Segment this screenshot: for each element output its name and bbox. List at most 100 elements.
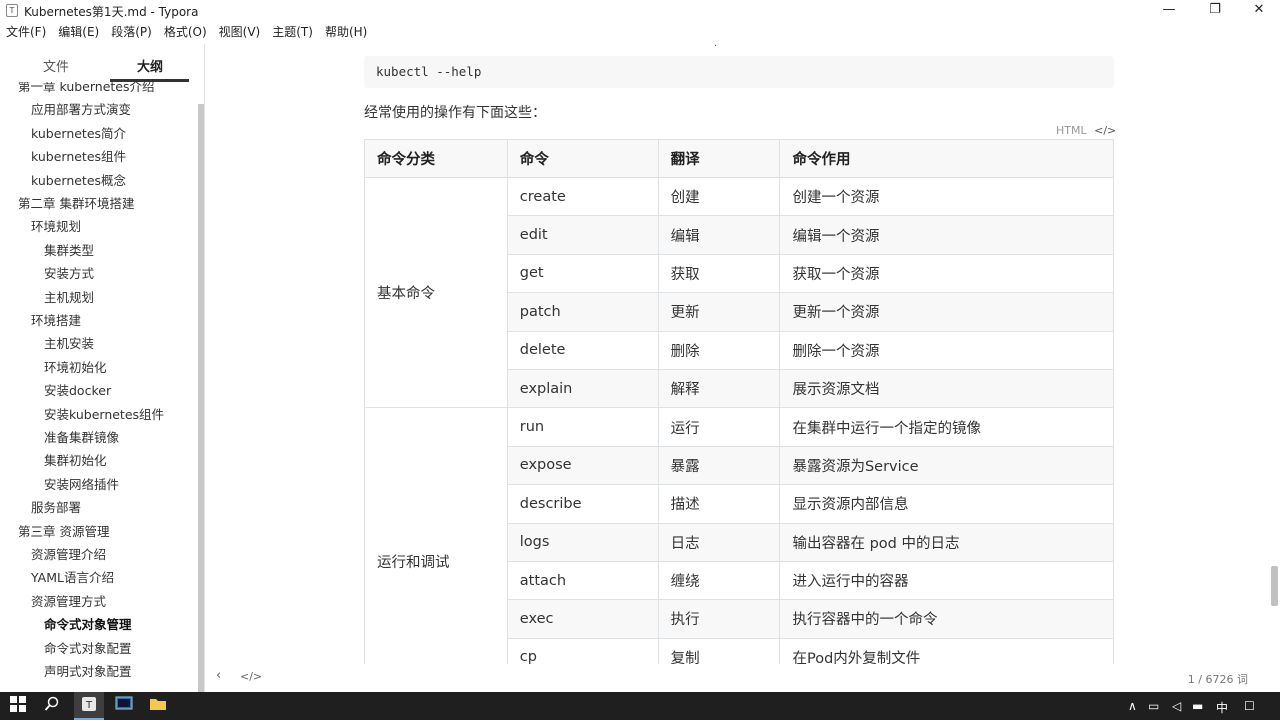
maximize-button[interactable]: ❐	[1192, 0, 1238, 22]
input-language[interactable]: 中	[1216, 699, 1228, 716]
html-block-label[interactable]: HTML </>	[1056, 124, 1116, 137]
outline-item[interactable]: 安装docker	[44, 380, 111, 399]
outline-item[interactable]: 环境搭建	[31, 310, 81, 329]
header-purpose[interactable]: 命令作用	[779, 139, 1114, 178]
outline-item[interactable]: 第一章 kubernetes介绍	[18, 82, 155, 95]
menu-view[interactable]: 视图(V)	[219, 22, 261, 42]
translation-cell[interactable]: 缠绕	[657, 560, 781, 601]
purpose-cell[interactable]: 进入运行中的容器	[779, 560, 1114, 601]
outline-item[interactable]: 资源管理方式	[31, 591, 106, 610]
outline-item[interactable]: 命令式对象配置	[44, 638, 132, 657]
outline-item[interactable]: kubernetes简介	[31, 123, 126, 142]
purpose-cell[interactable]: 执行容器中的一个命令	[779, 599, 1114, 639]
translation-cell[interactable]: 删除	[657, 330, 781, 370]
purpose-cell[interactable]: 编辑一个资源	[779, 215, 1114, 255]
outline-item[interactable]: 环境初始化	[44, 357, 107, 376]
purpose-cell[interactable]: 显示资源内部信息	[779, 484, 1114, 524]
header-category[interactable]: 命令分类	[364, 139, 508, 178]
outline-item[interactable]: 声明式对象配置	[44, 661, 132, 680]
outline-item[interactable]: 第二章 集群环境搭建	[18, 193, 134, 212]
paragraph-text[interactable]: 经常使用的操作有下面这些：	[364, 102, 546, 122]
outline-item[interactable]: kubernetes组件	[31, 146, 126, 165]
command-cell[interactable]: get	[506, 253, 659, 294]
command-cell[interactable]: exec	[506, 599, 659, 639]
code-block[interactable]: kubectl --help	[364, 56, 1114, 88]
purpose-cell[interactable]: 输出容器在 pod 中的日志	[779, 522, 1114, 562]
command-cell[interactable]: describe	[506, 484, 659, 524]
purpose-cell[interactable]: 创建一个资源	[779, 176, 1114, 217]
toggle-sidebar-button[interactable]: ‹	[216, 668, 221, 683]
editor-scrollbar[interactable]	[1271, 566, 1278, 606]
command-cell[interactable]: delete	[506, 330, 659, 370]
outline-item[interactable]: 集群初始化	[44, 450, 107, 469]
outline-item[interactable]: YAML语言介绍	[31, 567, 114, 586]
minimize-button[interactable]: —	[1146, 0, 1192, 22]
source-mode-button[interactable]: </>	[240, 670, 262, 683]
outline-item[interactable]: kubernetes概念	[31, 170, 126, 189]
translation-cell[interactable]: 解释	[657, 368, 781, 409]
translation-cell[interactable]: 创建	[657, 176, 781, 217]
outline-item[interactable]: 安装网络插件	[44, 474, 119, 493]
command-cell[interactable]: explain	[506, 368, 659, 409]
category-cell[interactable]: 基本命令	[364, 176, 508, 409]
svg-text:T: T	[85, 700, 93, 711]
search-icon[interactable]	[42, 696, 62, 716]
menu-edit[interactable]: 编辑(E)	[58, 22, 99, 42]
outline-item[interactable]: 主机规划	[44, 287, 94, 306]
battery-icon[interactable]: ▬	[1192, 699, 1203, 713]
purpose-cell[interactable]: 在集群中运行一个指定的镜像	[779, 407, 1114, 447]
menu-paragraph[interactable]: 段落(P)	[111, 22, 152, 42]
category-cell[interactable]: 运行和调试	[364, 407, 508, 692]
tab-outline[interactable]: 大纲	[110, 56, 190, 75]
tray-chevron-up-icon[interactable]: ∧	[1128, 699, 1137, 713]
outline-item[interactable]: 资源管理介绍	[31, 544, 106, 563]
close-button[interactable]: ✕	[1236, 0, 1280, 22]
menu-theme[interactable]: 主题(T)	[272, 22, 313, 42]
command-cell[interactable]: logs	[506, 522, 659, 562]
windows-start-icon[interactable]	[8, 696, 28, 716]
outline-item[interactable]: 第三章 资源管理	[18, 521, 109, 540]
command-cell[interactable]: run	[506, 407, 659, 447]
command-cell[interactable]: patch	[506, 292, 659, 332]
outline-item[interactable]: 环境规划	[31, 216, 81, 235]
translation-cell[interactable]: 暴露	[657, 445, 781, 486]
translation-cell[interactable]: 描述	[657, 484, 781, 524]
outline-item[interactable]: 应用部署方式演变	[31, 99, 131, 118]
outline-item[interactable]: 命令式对象管理	[44, 614, 132, 633]
outline-item[interactable]: 准备集群镜像	[44, 427, 119, 446]
terminal-taskbar-icon[interactable]	[114, 696, 134, 716]
volume-icon[interactable]: ◁	[1172, 699, 1181, 713]
header-command[interactable]: 命令	[506, 139, 659, 178]
menu-format[interactable]: 格式(O)	[164, 22, 207, 42]
command-cell[interactable]: create	[506, 176, 659, 217]
translation-cell[interactable]: 编辑	[657, 215, 781, 255]
word-count[interactable]: 1 / 6726 词	[1188, 671, 1248, 687]
translation-cell[interactable]: 获取	[657, 253, 781, 294]
translation-cell[interactable]: 运行	[657, 407, 781, 447]
purpose-cell[interactable]: 暴露资源为Service	[779, 445, 1114, 486]
menu-file[interactable]: 文件(F)	[6, 22, 46, 42]
purpose-cell[interactable]: 更新一个资源	[779, 292, 1114, 332]
typora-taskbar-icon[interactable]: T	[79, 696, 99, 716]
translation-cell[interactable]: 日志	[657, 522, 781, 562]
translation-cell[interactable]: 执行	[657, 599, 781, 639]
notification-icon[interactable]: ☐	[1244, 699, 1255, 713]
outline-item[interactable]: 集群类型	[44, 240, 94, 259]
purpose-cell[interactable]: 展示资源文档	[779, 368, 1114, 409]
command-cell[interactable]: attach	[506, 560, 659, 601]
purpose-cell[interactable]: 获取一个资源	[779, 253, 1114, 294]
network-icon[interactable]: ▭	[1148, 699, 1159, 713]
outline-item[interactable]: 主机安装	[44, 333, 94, 352]
command-cell[interactable]: edit	[506, 215, 659, 255]
translation-cell[interactable]: 更新	[657, 292, 781, 332]
outline-item[interactable]: 安装方式	[44, 263, 94, 282]
tab-files[interactable]: 文件	[16, 56, 96, 75]
outline-item[interactable]: 安装kubernetes组件	[44, 404, 164, 423]
file-explorer-icon[interactable]	[148, 696, 168, 716]
purpose-cell[interactable]: 删除一个资源	[779, 330, 1114, 370]
sidebar-scrollbar[interactable]	[198, 104, 204, 692]
header-translation[interactable]: 翻译	[657, 139, 781, 178]
outline-item[interactable]: 服务部署	[31, 497, 81, 516]
command-cell[interactable]: expose	[506, 445, 659, 486]
menu-help[interactable]: 帮助(H)	[325, 22, 367, 42]
